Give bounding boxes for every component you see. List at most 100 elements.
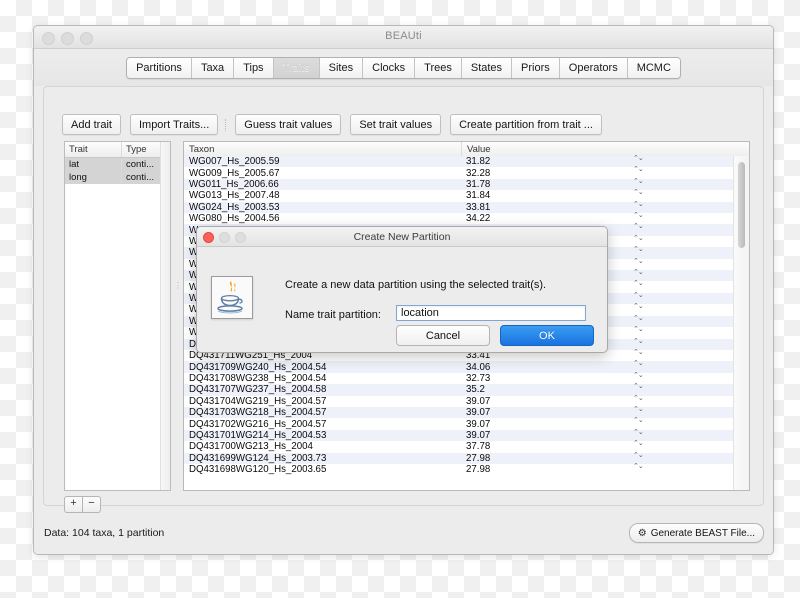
stepper-updown-icon[interactable]: ⌃⌄ <box>633 269 644 276</box>
trait-table-row[interactable]: long conti... <box>65 171 170 184</box>
tab-traits[interactable]: Traits <box>273 58 320 78</box>
taxon-table-vertical-scrollbar[interactable] <box>733 156 749 490</box>
value-spinner-cell[interactable]: ⌃⌄ <box>601 303 734 315</box>
value-spinner-cell[interactable]: ⌃⌄ <box>601 417 734 429</box>
stepper-updown-icon[interactable]: ⌃⌄ <box>633 405 644 412</box>
stepper-updown-icon[interactable]: ⌃⌄ <box>633 451 644 458</box>
stepper-updown-icon[interactable]: ⌃⌄ <box>633 155 644 162</box>
value-spinner-cell[interactable]: ⌃⌄ <box>601 234 734 247</box>
tab-sites[interactable]: Sites <box>319 58 364 78</box>
value-spinner-cell[interactable]: ⌃⌄ <box>601 177 734 190</box>
value-spinner-cell[interactable]: ⌃⌄ <box>601 246 734 258</box>
tab-clocks[interactable]: Clocks <box>363 58 416 78</box>
taxon-table-row[interactable]: DQ431702WG216_Hs_2004.57 39.07 ⌃⌄ <box>184 417 734 430</box>
stepper-updown-icon[interactable]: ⌃⌄ <box>633 166 644 173</box>
value-spinner-cell[interactable]: ⌃⌄ <box>601 257 734 270</box>
add-trait-plus-button[interactable]: + <box>64 496 83 513</box>
stepper-updown-icon[interactable]: ⌃⌄ <box>633 326 644 333</box>
taxon-table-row[interactable]: DQ431700WG213_Hs_2004 37.78 ⌃⌄ <box>184 440 734 453</box>
taxon-table-row[interactable]: DQ431699WG124_Hs_2003.73 27.98 ⌃⌄ <box>184 451 734 464</box>
taxon-table-row[interactable]: WG011_Hs_2006.66 31.78 ⌃⌄ <box>184 177 734 191</box>
value-spinner-cell[interactable]: ⌃⌄ <box>601 405 734 418</box>
tab-operators[interactable]: Operators <box>559 58 628 78</box>
taxon-table-row[interactable]: DQ431703WG218_Hs_2004.57 39.07 ⌃⌄ <box>184 405 734 419</box>
stepper-updown-icon[interactable]: ⌃⌄ <box>633 189 644 196</box>
tab-partitions[interactable]: Partitions <box>127 58 192 78</box>
value-spinner-cell[interactable]: ⌃⌄ <box>601 348 734 361</box>
stepper-updown-icon[interactable]: ⌃⌄ <box>633 223 644 230</box>
taxon-table-row[interactable]: WG009_Hs_2005.67 32.28 ⌃⌄ <box>184 166 734 179</box>
value-spinner-cell[interactable]: ⌃⌄ <box>601 291 734 304</box>
stepper-updown-icon[interactable]: ⌃⌄ <box>633 371 644 378</box>
taxon-table-row[interactable]: WG080_Hs_2004.56 34.22 ⌃⌄ <box>184 212 734 225</box>
value-spinner-cell[interactable]: ⌃⌄ <box>601 428 734 441</box>
value-spinner-cell[interactable]: ⌃⌄ <box>601 360 734 372</box>
value-spinner-cell[interactable]: ⌃⌄ <box>601 223 734 235</box>
stepper-updown-icon[interactable]: ⌃⌄ <box>633 428 644 435</box>
taxon-table-row[interactable]: DQ431701WG214_Hs_2004.53 39.07 ⌃⌄ <box>184 428 734 442</box>
stepper-updown-icon[interactable]: ⌃⌄ <box>633 291 644 298</box>
taxon-table-row[interactable]: WG024_Hs_2003.53 33.81 ⌃⌄ <box>184 200 734 214</box>
value-spinner-cell[interactable]: ⌃⌄ <box>601 462 734 475</box>
stepper-updown-icon[interactable]: ⌃⌄ <box>633 177 644 184</box>
stepper-updown-icon[interactable]: ⌃⌄ <box>633 234 644 241</box>
trait-table-row[interactable]: lat conti... <box>65 158 170 171</box>
value-spinner-cell[interactable]: ⌃⌄ <box>601 189 734 201</box>
value-spinner-cell[interactable]: ⌃⌄ <box>601 383 734 395</box>
stepper-updown-icon[interactable]: ⌃⌄ <box>633 337 644 344</box>
trait-add-remove-buttons[interactable]: + − <box>64 496 101 513</box>
trait-table-scrollbar[interactable] <box>160 142 170 490</box>
value-spinner-cell[interactable]: ⌃⌄ <box>601 166 734 178</box>
import-traits-button[interactable]: Import Traits... <box>129 114 219 135</box>
value-spinner-cell[interactable]: ⌃⌄ <box>601 280 734 292</box>
set-trait-values-button[interactable]: Set trait values <box>350 114 442 135</box>
scrollbar-thumb[interactable] <box>738 162 745 248</box>
tab-priors[interactable]: Priors <box>512 58 560 78</box>
tab-tips[interactable]: Tips <box>234 58 274 78</box>
value-spinner-cell[interactable]: ⌃⌄ <box>601 155 734 167</box>
value-spinner-cell[interactable]: ⌃⌄ <box>601 451 734 464</box>
generate-beast-file-button[interactable]: ⚙ Generate BEAST File... <box>628 523 764 543</box>
stepper-updown-icon[interactable]: ⌃⌄ <box>633 280 644 287</box>
taxon-table-row[interactable]: DQ431708WG238_Hs_2004.54 32.73 ⌃⌄ <box>184 371 734 384</box>
taxon-table-row[interactable]: DQ431709WG240_Hs_2004.54 34.06 ⌃⌄ <box>184 360 734 373</box>
ok-button[interactable]: OK <box>500 325 594 346</box>
value-spinner-cell[interactable]: ⌃⌄ <box>601 269 734 281</box>
stepper-updown-icon[interactable]: ⌃⌄ <box>633 360 644 367</box>
tab-trees[interactable]: Trees <box>415 58 462 78</box>
taxon-table-row[interactable]: WG013_Hs_2007.48 31.84 ⌃⌄ <box>184 189 734 202</box>
stepper-updown-icon[interactable]: ⌃⌄ <box>633 314 644 321</box>
stepper-updown-icon[interactable]: ⌃⌄ <box>633 383 644 390</box>
value-spinner-cell[interactable]: ⌃⌄ <box>601 394 734 407</box>
value-spinner-cell[interactable]: ⌃⌄ <box>601 440 734 452</box>
stepper-updown-icon[interactable]: ⌃⌄ <box>633 212 644 219</box>
cancel-button[interactable]: Cancel <box>396 325 490 346</box>
value-spinner-cell[interactable]: ⌃⌄ <box>601 212 734 224</box>
stepper-updown-icon[interactable]: ⌃⌄ <box>633 303 644 310</box>
value-spinner-cell[interactable]: ⌃⌄ <box>601 200 734 213</box>
add-trait-button[interactable]: Add trait <box>62 114 121 135</box>
value-spinner-cell[interactable]: ⌃⌄ <box>601 337 734 350</box>
stepper-updown-icon[interactable]: ⌃⌄ <box>633 257 644 264</box>
trait-partition-name-input[interactable] <box>396 305 586 321</box>
value-spinner-cell[interactable]: ⌃⌄ <box>601 326 734 338</box>
taxon-table-row[interactable]: DQ431707WG237_Hs_2004.58 35.2 ⌃⌄ <box>184 383 734 396</box>
taxon-table-row[interactable]: DQ431698WG120_Hs_2003.65 27.98 ⌃⌄ <box>184 462 734 475</box>
stepper-updown-icon[interactable]: ⌃⌄ <box>633 417 644 424</box>
panel-splitter-handle[interactable]: ⋮ <box>174 282 182 296</box>
stepper-updown-icon[interactable]: ⌃⌄ <box>633 348 644 355</box>
stepper-updown-icon[interactable]: ⌃⌄ <box>633 246 644 253</box>
stepper-updown-icon[interactable]: ⌃⌄ <box>633 394 644 401</box>
taxon-table-row[interactable]: DQ431704WG219_Hs_2004.57 39.07 ⌃⌄ <box>184 394 734 407</box>
value-spinner-cell[interactable]: ⌃⌄ <box>601 371 734 384</box>
value-spinner-cell[interactable]: ⌃⌄ <box>601 314 734 327</box>
remove-trait-minus-button[interactable]: − <box>83 496 101 513</box>
tab-states[interactable]: States <box>461 58 513 78</box>
guess-trait-values-button[interactable]: Guess trait values <box>235 114 342 135</box>
stepper-updown-icon[interactable]: ⌃⌄ <box>633 440 644 447</box>
stepper-updown-icon[interactable]: ⌃⌄ <box>633 462 644 469</box>
tab-taxa[interactable]: Taxa <box>191 58 235 78</box>
trait-list-table[interactable]: Trait Type lat conti... long conti... <box>64 141 171 491</box>
stepper-updown-icon[interactable]: ⌃⌄ <box>633 200 644 207</box>
tab-group[interactable]: Partitions Taxa Tips Traits Sites Clocks Trees… <box>126 57 681 79</box>
